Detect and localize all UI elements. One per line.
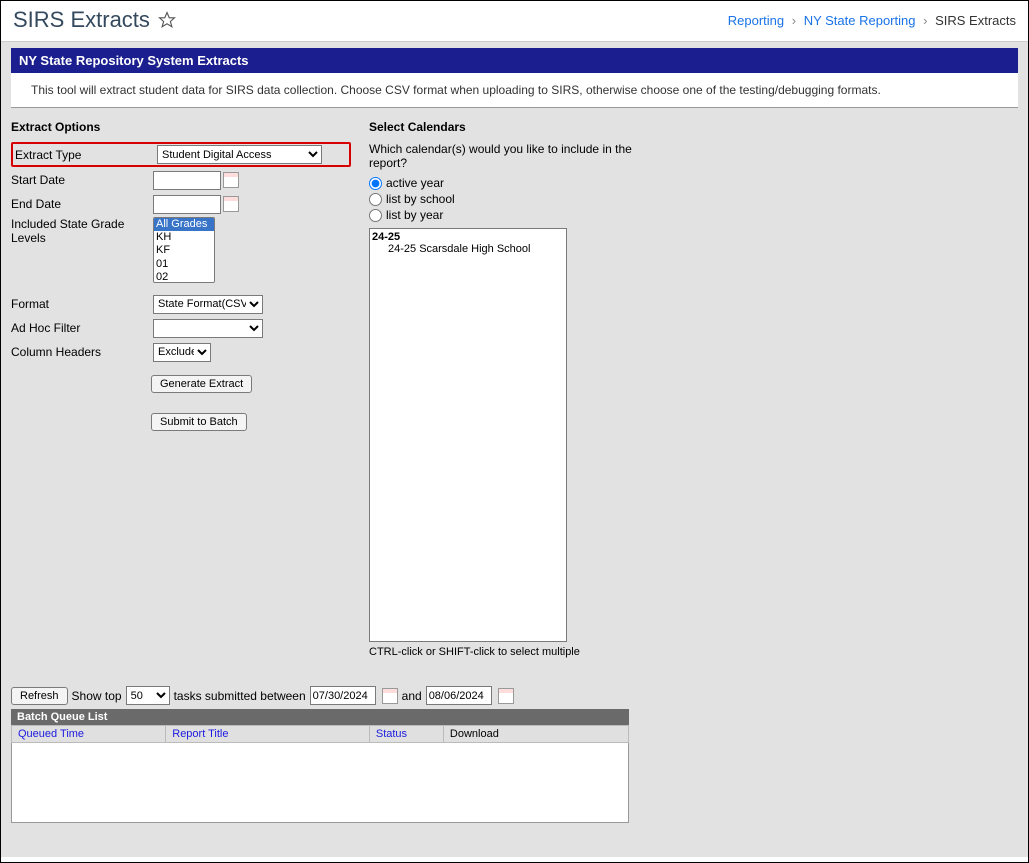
end-date-row: End Date (11, 193, 351, 215)
body-area: NY State Repository System Extracts This… (1, 42, 1028, 857)
extract-options-panel: Extract Options Extract Type Student Dig… (11, 120, 351, 658)
calendar-list[interactable]: 24-25 24-25 Scarsdale High School (369, 228, 567, 642)
calendar-prompt: Which calendar(s) would you like to incl… (369, 142, 649, 170)
batch-queue-area: Refresh Show top 50 tasks submitted betw… (11, 686, 629, 823)
breadcrumb-reporting[interactable]: Reporting (728, 13, 784, 28)
show-top-select[interactable]: 50 (126, 686, 170, 705)
start-date-row: Start Date (11, 169, 351, 191)
page-header: SIRS Extracts Reporting › NY State Repor… (1, 1, 1028, 42)
format-label: Format (11, 297, 153, 311)
refresh-button[interactable]: Refresh (11, 687, 68, 705)
column-headers-label: Column Headers (11, 345, 153, 359)
tool-description: This tool will extract student data for … (11, 73, 1018, 108)
extract-type-label: Extract Type (15, 148, 157, 162)
breadcrumb-ny-state[interactable]: NY State Reporting (804, 13, 916, 28)
batch-controls: Refresh Show top 50 tasks submitted betw… (11, 686, 629, 705)
batch-queue-body (11, 743, 629, 823)
end-date-label: End Date (11, 197, 153, 211)
select-calendars-title: Select Calendars (369, 120, 649, 134)
end-date-input[interactable] (153, 195, 221, 214)
radio-list-by-school[interactable] (369, 193, 382, 206)
generate-extract-button[interactable]: Generate Extract (151, 375, 252, 393)
calendar-school-item[interactable]: 24-25 Scarsdale High School (372, 243, 564, 255)
col-status[interactable]: Status (369, 726, 443, 743)
radio-by-year-label: list by year (386, 208, 443, 222)
breadcrumb: Reporting › NY State Reporting › SIRS Ex… (728, 13, 1016, 28)
batch-date-from[interactable] (310, 686, 376, 705)
col-report-title[interactable]: Report Title (166, 726, 370, 743)
calendar-icon[interactable] (382, 688, 398, 704)
adhoc-row: Ad Hoc Filter (11, 317, 351, 339)
calendar-icon[interactable] (223, 172, 239, 188)
grade-levels-select[interactable]: All Grades KH KF 01 02 (153, 217, 215, 283)
radio-active-year[interactable] (369, 177, 382, 190)
radio-by-school-row: list by school (369, 192, 649, 206)
radio-by-year-row: list by year (369, 208, 649, 222)
batch-queue-table: Queued Time Report Title Status Download (11, 725, 629, 743)
submit-to-batch-button[interactable]: Submit to Batch (151, 413, 247, 431)
tasks-between-label: tasks submitted between (174, 689, 306, 703)
extract-options-title: Extract Options (11, 120, 351, 134)
select-calendars-panel: Select Calendars Which calendar(s) would… (369, 120, 649, 658)
format-select[interactable]: State Format(CSV) (153, 295, 263, 314)
and-label: and (402, 689, 422, 703)
calendar-icon[interactable] (498, 688, 514, 704)
grade-levels-row: Included State Grade Levels All Grades K… (11, 217, 351, 283)
radio-active-year-label: active year (386, 176, 444, 190)
start-date-input[interactable] (153, 171, 221, 190)
adhoc-select[interactable] (153, 319, 263, 338)
extract-type-row: Extract Type Student Digital Access (11, 142, 351, 167)
extract-type-select[interactable]: Student Digital Access (157, 145, 322, 164)
favorite-star-icon[interactable] (158, 11, 176, 29)
col-queued-time[interactable]: Queued Time (12, 726, 166, 743)
calendar-year-item[interactable]: 24-25 (372, 231, 564, 243)
page-title: SIRS Extracts (13, 7, 176, 33)
format-row: Format State Format(CSV) (11, 293, 351, 315)
chevron-right-icon: › (792, 13, 796, 28)
column-headers-select[interactable]: Exclude (153, 343, 211, 362)
chevron-right-icon: › (923, 13, 927, 28)
column-headers-row: Column Headers Exclude (11, 341, 351, 363)
radio-list-by-year[interactable] (369, 209, 382, 222)
grade-levels-label: Included State Grade Levels (11, 217, 153, 245)
breadcrumb-current: SIRS Extracts (935, 13, 1016, 28)
radio-active-year-row: active year (369, 176, 649, 190)
tool-banner: NY State Repository System Extracts (11, 48, 1018, 73)
page-title-text: SIRS Extracts (13, 7, 150, 33)
col-download: Download (443, 726, 628, 743)
table-header-row: Queued Time Report Title Status Download (12, 726, 629, 743)
adhoc-label: Ad Hoc Filter (11, 321, 153, 335)
calendar-icon[interactable] (223, 196, 239, 212)
show-top-label: Show top (72, 689, 122, 703)
start-date-label: Start Date (11, 173, 153, 187)
multi-select-hint: CTRL-click or SHIFT-click to select mult… (369, 646, 649, 658)
radio-by-school-label: list by school (386, 192, 455, 206)
batch-date-to[interactable] (426, 686, 492, 705)
batch-queue-title: Batch Queue List (11, 709, 629, 725)
